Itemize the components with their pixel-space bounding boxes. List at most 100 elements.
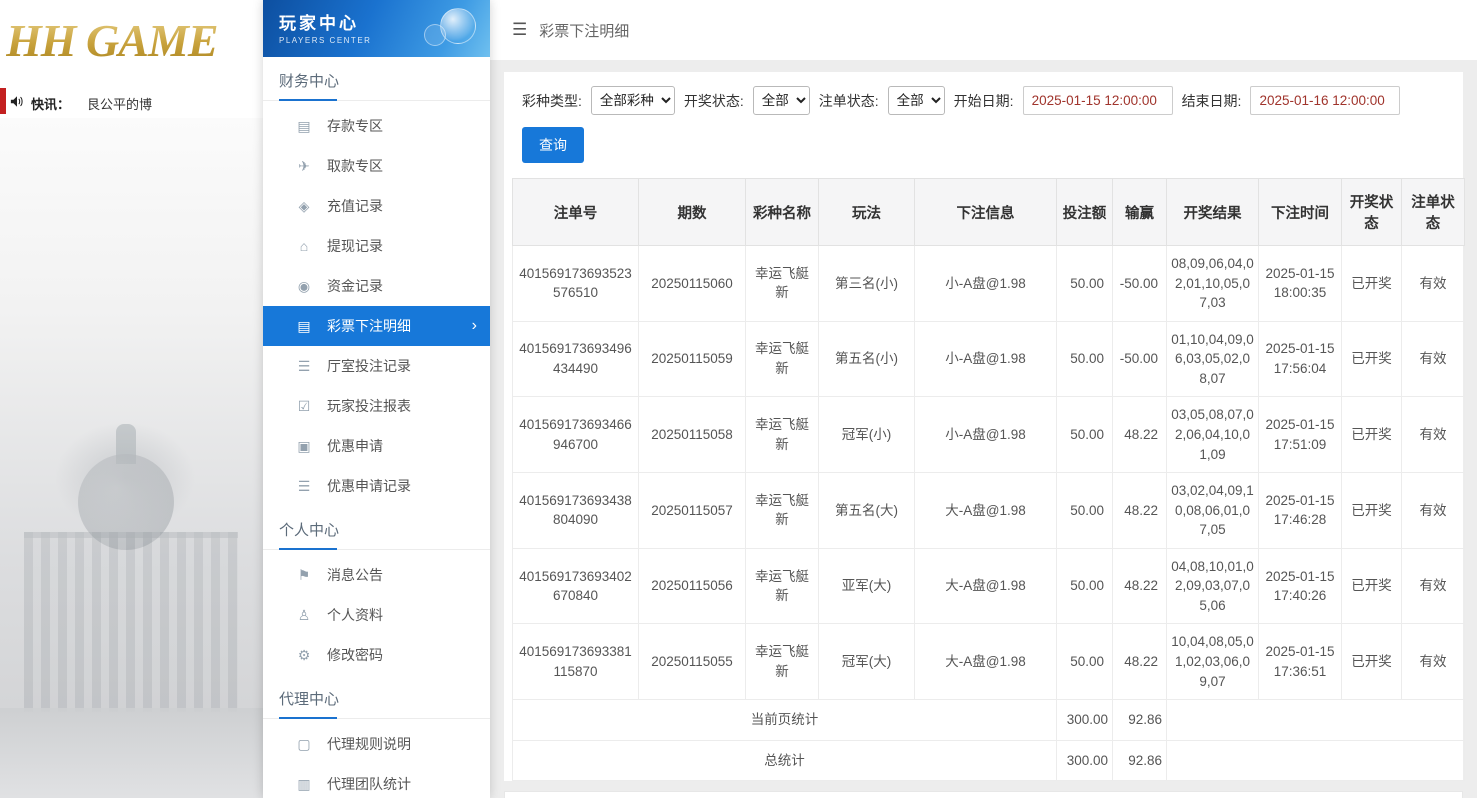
order-status-select[interactable]: 全部 [887, 86, 945, 115]
background-site: HH GAME 快讯： 艮公平的博 [0, 0, 263, 798]
sidebar-item-label: 存款专区 [327, 118, 383, 134]
capitol-columns [24, 532, 238, 712]
table-cell: 2025-01-15 17:46:28 [1258, 472, 1342, 549]
table-cell: 01,10,04,09,06,03,05,02,08,07 [1166, 320, 1259, 398]
column-header: 下注时间 [1258, 178, 1342, 246]
draw-status-select[interactable]: 全部 [752, 86, 810, 115]
sidebar-title: 玩家中心 [279, 14, 359, 33]
main-area: ☰ 彩票下注明细 彩种类型: 全部彩种 开奖状态: 全部 注单状态: 全部 开始… [490, 0, 1477, 798]
table-cell: 20250115057 [638, 472, 746, 549]
sidebar-item-profile[interactable]: ♙ 个人资料 [263, 595, 490, 635]
table-cell: 幸运飞艇新 [745, 396, 819, 474]
sidebar-item-agent-rules[interactable]: ▢ 代理规则说明 [263, 724, 490, 764]
table-cell: -50.00 [1112, 245, 1167, 322]
table-cell: 2025-01-15 18:00:35 [1258, 245, 1342, 322]
table-cell: 401569173693381115870 [512, 623, 639, 701]
table-cell: 第三名(小) [818, 245, 915, 322]
sidebar-item-agent-team-stats[interactable]: ▥ 代理团队统计 [263, 764, 490, 798]
sidebar-item-recharge-records[interactable]: ◈ 充值记录 [263, 186, 490, 226]
table-header-row: 注单号 期数 彩种名称 玩法 下注信息 投注额 输赢 开奖结果 下注时间 开奖状态 注单状态 [512, 178, 1465, 246]
table-cell: 冠军(大) [818, 623, 915, 701]
table-cell: 48.22 [1112, 472, 1167, 549]
table-cell: 冠军(小) [818, 396, 915, 474]
sidebar-item-hall-bet-records[interactable]: ☰ 厅室投注记录 [263, 346, 490, 386]
table-cell: 已开奖 [1341, 320, 1402, 398]
summary-row: 总统计 300.00 92.86 [512, 739, 1465, 782]
sidebar-item-player-bet-report[interactable]: ☑ 玩家投注报表 [263, 386, 490, 426]
column-header: 开奖状态 [1341, 178, 1402, 246]
table-cell: 幸运飞艇新 [745, 472, 819, 549]
sidebar-item-withdraw-zone[interactable]: ✈ 取款专区 [263, 146, 490, 186]
sidebar-item-messages[interactable]: ⚑ 消息公告 [263, 555, 490, 595]
sidebar-item-label: 修改密码 [327, 647, 383, 663]
promo-apply-icon: ▣ [297, 437, 311, 454]
start-date-input[interactable] [1022, 86, 1173, 115]
sidebar-item-deposit-zone[interactable]: ▤ 存款专区 [263, 106, 490, 146]
sidebar-item-label: 彩票下注明细 [327, 318, 411, 334]
table-row: 401569173693523576510 20250115060 幸运飞艇新 第三名… [512, 245, 1465, 322]
capitol-ground [0, 708, 263, 798]
sidebar-item-funds-records[interactable]: ◉ 资金记录 [263, 266, 490, 306]
sidebar-item-label: 提现记录 [327, 238, 383, 254]
table-cell: 48.22 [1112, 547, 1167, 625]
table-cell: 已开奖 [1341, 396, 1402, 474]
sidebar-item-label: 个人资料 [327, 607, 383, 623]
table-cell: 2025-01-15 17:56:04 [1258, 320, 1342, 398]
player-report-icon: ☑ [297, 397, 311, 414]
sidebar-item-promo-apply[interactable]: ▣ 优惠申请 [263, 426, 490, 466]
table-cell: 有效 [1401, 396, 1465, 474]
menu-toggle-icon[interactable]: ☰ [512, 20, 527, 40]
table-cell: 50.00 [1056, 472, 1113, 549]
sidebar-item-label: 代理规则说明 [327, 736, 411, 752]
lottery-type-select[interactable]: 全部彩种 [590, 86, 675, 115]
password-icon: ⚙ [297, 646, 311, 663]
table-cell: 03,02,04,09,10,08,06,01,07,05 [1166, 472, 1259, 549]
table-cell: 2025-01-15 17:40:26 [1258, 547, 1342, 625]
summary-label: 当前页统计 [512, 699, 1057, 741]
table-row: 401569173693381115870 20250115055 幸运飞艇新 冠军(… [512, 623, 1465, 701]
ticker-red-marker [0, 88, 6, 114]
sidebar-item-lottery-bet-details[interactable]: ▤ 彩票下注明细 › [263, 306, 490, 346]
table-cell: 08,09,06,04,02,01,10,05,07,03 [1166, 245, 1259, 322]
table-cell: 大-A盘@1.98 [914, 623, 1057, 701]
chevron-right-icon: › [471, 317, 477, 334]
table-cell: 幸运飞艇新 [745, 547, 819, 625]
sidebar-item-promo-apply-records[interactable]: ☰ 优惠申请记录 [263, 466, 490, 506]
end-date-input[interactable] [1250, 86, 1401, 115]
sidebar-item-change-password[interactable]: ⚙ 修改密码 [263, 635, 490, 675]
table-cell: 有效 [1401, 320, 1465, 398]
column-header: 玩法 [818, 178, 915, 246]
capitol-background-image [0, 118, 263, 798]
table-cell: -50.00 [1112, 320, 1167, 398]
sidebar-subtitle: PLAYERS CENTER [279, 36, 372, 45]
table-cell: 401569173693466946700 [512, 396, 639, 474]
table-cell: 第五名(小) [818, 320, 915, 398]
draw-status-label: 开奖状态: [683, 92, 744, 109]
app-root: HH GAME 快讯： 艮公平的博 玩家中心 PLAYERS CENTER 财务… [0, 0, 1477, 798]
sidebar-section-title: 代理中心 [263, 675, 490, 719]
bets-table: 注单号 期数 彩种名称 玩法 下注信息 投注额 输赢 开奖结果 下注时间 开奖状态 注单状态 4015… [512, 178, 1465, 782]
deposit-icon: ▤ [297, 117, 311, 134]
search-button[interactable]: 查询 [522, 127, 584, 163]
order-status-label: 注单状态: [818, 92, 879, 109]
table-cell: 401569173693496434490 [512, 320, 639, 398]
table-row: 401569173693438804090 20250115057 幸运飞艇新 第五名… [512, 472, 1465, 549]
column-header: 下注信息 [914, 178, 1057, 246]
table-row: 401569173693402670840 20250115056 幸运飞艇新 亚军(… [512, 547, 1465, 625]
table-cell: 401569173693438804090 [512, 472, 639, 549]
sidebar-item-label: 取款专区 [327, 158, 383, 174]
sidebar-item-label: 优惠申请 [327, 438, 383, 454]
column-header: 投注额 [1056, 178, 1113, 246]
table-cell: 401569173693402670840 [512, 547, 639, 625]
table-cell: 大-A盘@1.98 [914, 472, 1057, 549]
ticker-label: 快讯： [31, 96, 71, 112]
content-panel: 彩种类型: 全部彩种 开奖状态: 全部 注单状态: 全部 开始日期: 结束日期:… [504, 72, 1465, 782]
sidebar-item-withdrawal-records[interactable]: ⌂ 提现记录 [263, 226, 490, 266]
table-cell: 03,05,08,07,02,06,04,10,01,09 [1166, 396, 1259, 474]
table-cell: 小-A盘@1.98 [914, 245, 1057, 322]
column-header: 输赢 [1112, 178, 1167, 246]
funds-icon: ◉ [297, 277, 311, 294]
sidebar-item-label: 充值记录 [327, 198, 383, 214]
table-cell: 幸运飞艇新 [745, 245, 819, 322]
site-logo: HH GAME [6, 15, 219, 66]
